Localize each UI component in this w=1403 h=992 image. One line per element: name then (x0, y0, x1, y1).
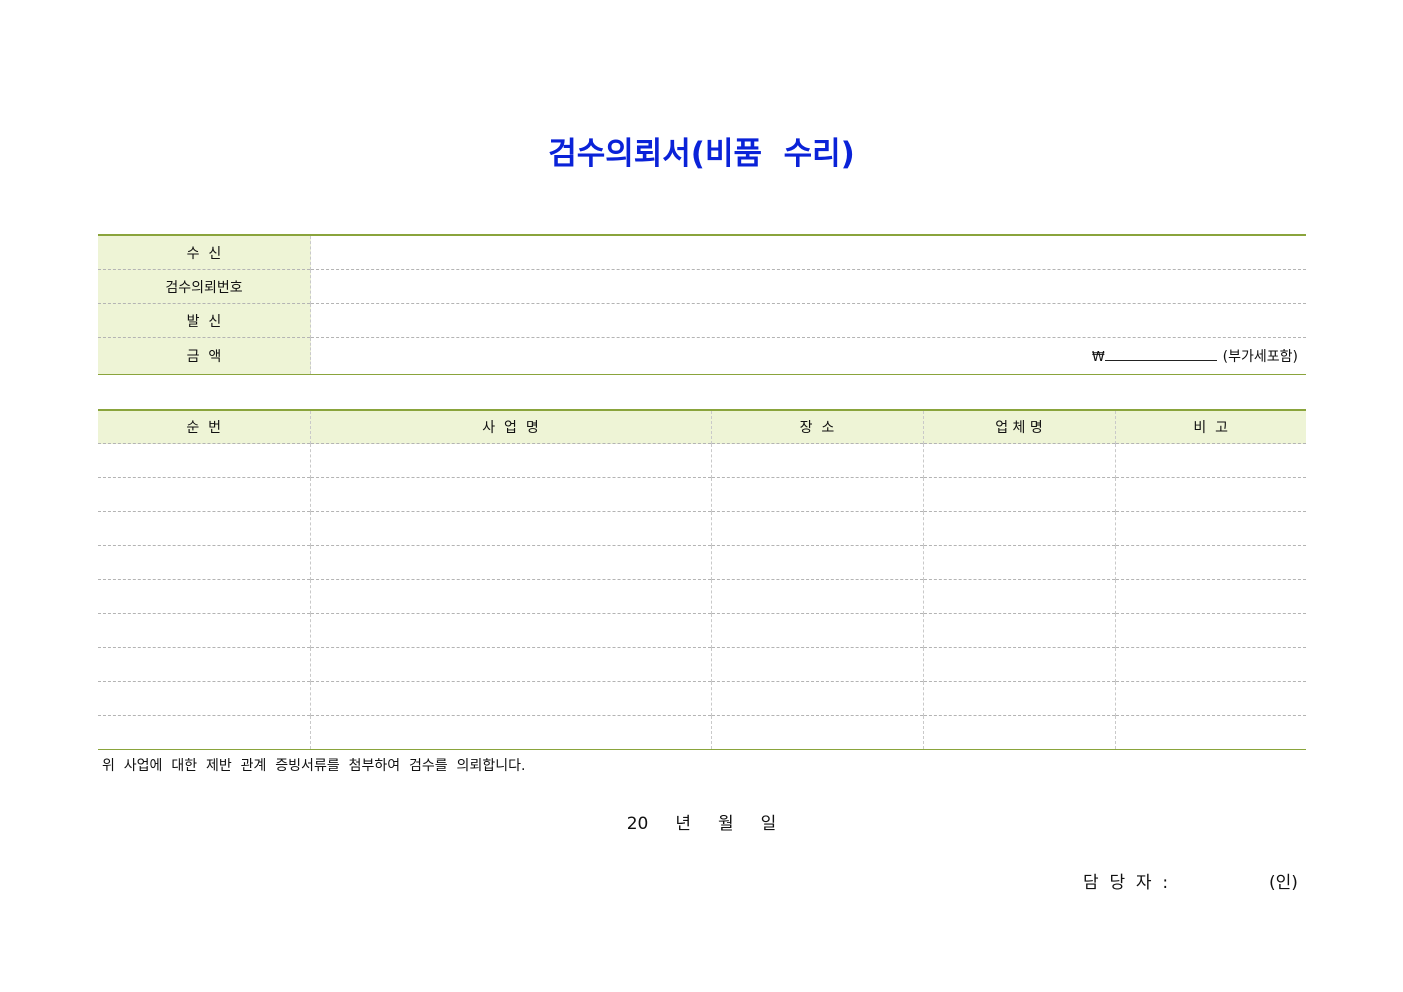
signer-label: 담 당 자 : (1083, 873, 1169, 893)
table-cell[interactable] (922, 715, 1115, 750)
table-cell[interactable] (309, 477, 711, 512)
table-cell[interactable] (922, 647, 1115, 682)
column-header-location: 장 소 (710, 410, 923, 444)
table-cell[interactable] (710, 647, 923, 682)
table-cell[interactable] (922, 613, 1115, 648)
table-cell[interactable] (922, 443, 1115, 478)
table-cell[interactable] (309, 511, 711, 546)
table-cell[interactable] (922, 511, 1115, 546)
sender-label: 발 신 (98, 303, 311, 338)
table-cell[interactable] (309, 681, 711, 716)
table-cell[interactable] (98, 545, 310, 580)
table-cell[interactable] (1114, 647, 1306, 682)
table-row (98, 715, 1306, 750)
table-cell[interactable] (98, 443, 310, 478)
table-cell[interactable] (710, 715, 923, 750)
table-row (98, 647, 1306, 682)
won-symbol: ₩ (1091, 350, 1105, 365)
table-cell[interactable] (309, 613, 711, 648)
request-number-label: 검수의뢰번호 (98, 269, 311, 304)
table-cell[interactable] (710, 681, 923, 716)
attachment-note: 위 사업에 대한 제반 관계 증빙서류를 첨부하여 검수를 의뢰합니다. (102, 758, 526, 774)
column-header-vendor: 업 체 명 (922, 410, 1115, 444)
table-cell[interactable] (1114, 613, 1306, 648)
info-table: 수 신 검수의뢰번호 발 신 금 액 ₩ (부가세포함) (98, 234, 1306, 375)
table-cell[interactable] (1114, 545, 1306, 580)
table-cell[interactable] (98, 477, 310, 512)
table-cell[interactable] (309, 579, 711, 614)
sender-field[interactable] (310, 303, 1306, 338)
table-cell[interactable] (1114, 715, 1306, 750)
seal-mark: (인) (1269, 873, 1298, 893)
info-row-amount: 금 액 ₩ (부가세포함) (98, 337, 1306, 375)
amount-label: 금 액 (98, 337, 311, 375)
table-cell[interactable] (710, 477, 923, 512)
recipient-field[interactable] (310, 235, 1306, 270)
table-cell[interactable] (710, 443, 923, 478)
info-row-request-number: 검수의뢰번호 (98, 269, 1306, 304)
table-cell[interactable] (1114, 477, 1306, 512)
table-cell[interactable] (98, 715, 310, 750)
table-cell[interactable] (922, 579, 1115, 614)
table-cell[interactable] (309, 443, 711, 478)
table-row (98, 579, 1306, 614)
table-cell[interactable] (98, 511, 310, 546)
request-number-field[interactable] (310, 269, 1306, 304)
info-row-recipient: 수 신 (98, 235, 1306, 270)
amount-blank[interactable] (1104, 346, 1217, 361)
column-header-remarks: 비 고 (1114, 410, 1306, 444)
table-cell[interactable] (309, 715, 711, 750)
table-cell[interactable] (1114, 681, 1306, 716)
table-row (98, 545, 1306, 580)
table-cell[interactable] (922, 545, 1115, 580)
table-row (98, 613, 1306, 648)
recipient-label: 수 신 (98, 235, 311, 270)
table-cell[interactable] (98, 579, 310, 614)
table-cell[interactable] (710, 579, 923, 614)
document-title: 검수의뢰서(비품 수리) (548, 136, 855, 172)
table-cell[interactable] (710, 545, 923, 580)
date-line: 20 년 월 일 (626, 814, 777, 834)
table-cell[interactable] (309, 647, 711, 682)
table-cell[interactable] (710, 511, 923, 546)
table-cell[interactable] (922, 681, 1115, 716)
table-cell[interactable] (710, 613, 923, 648)
column-header-project: 사 업 명 (309, 410, 711, 444)
table-row (98, 477, 1306, 512)
table-cell[interactable] (98, 647, 310, 682)
table-cell[interactable] (922, 477, 1115, 512)
table-cell[interactable] (309, 545, 711, 580)
table-row (98, 681, 1306, 716)
repair-items-table: 순 번 사 업 명 장 소 업 체 명 비 고 (98, 409, 1306, 750)
table-cell[interactable] (98, 681, 310, 716)
table-cell[interactable] (1114, 511, 1306, 546)
vat-note: (부가세포함) (1222, 349, 1298, 365)
amount-field[interactable]: ₩ (부가세포함) (310, 337, 1306, 375)
table-header-row: 순 번 사 업 명 장 소 업 체 명 비 고 (98, 410, 1306, 444)
table-cell[interactable] (1114, 579, 1306, 614)
table-cell[interactable] (1114, 443, 1306, 478)
table-cell[interactable] (98, 613, 310, 648)
info-row-sender: 발 신 (98, 303, 1306, 338)
table-row (98, 443, 1306, 478)
column-header-number: 순 번 (98, 410, 310, 444)
table-row (98, 511, 1306, 546)
